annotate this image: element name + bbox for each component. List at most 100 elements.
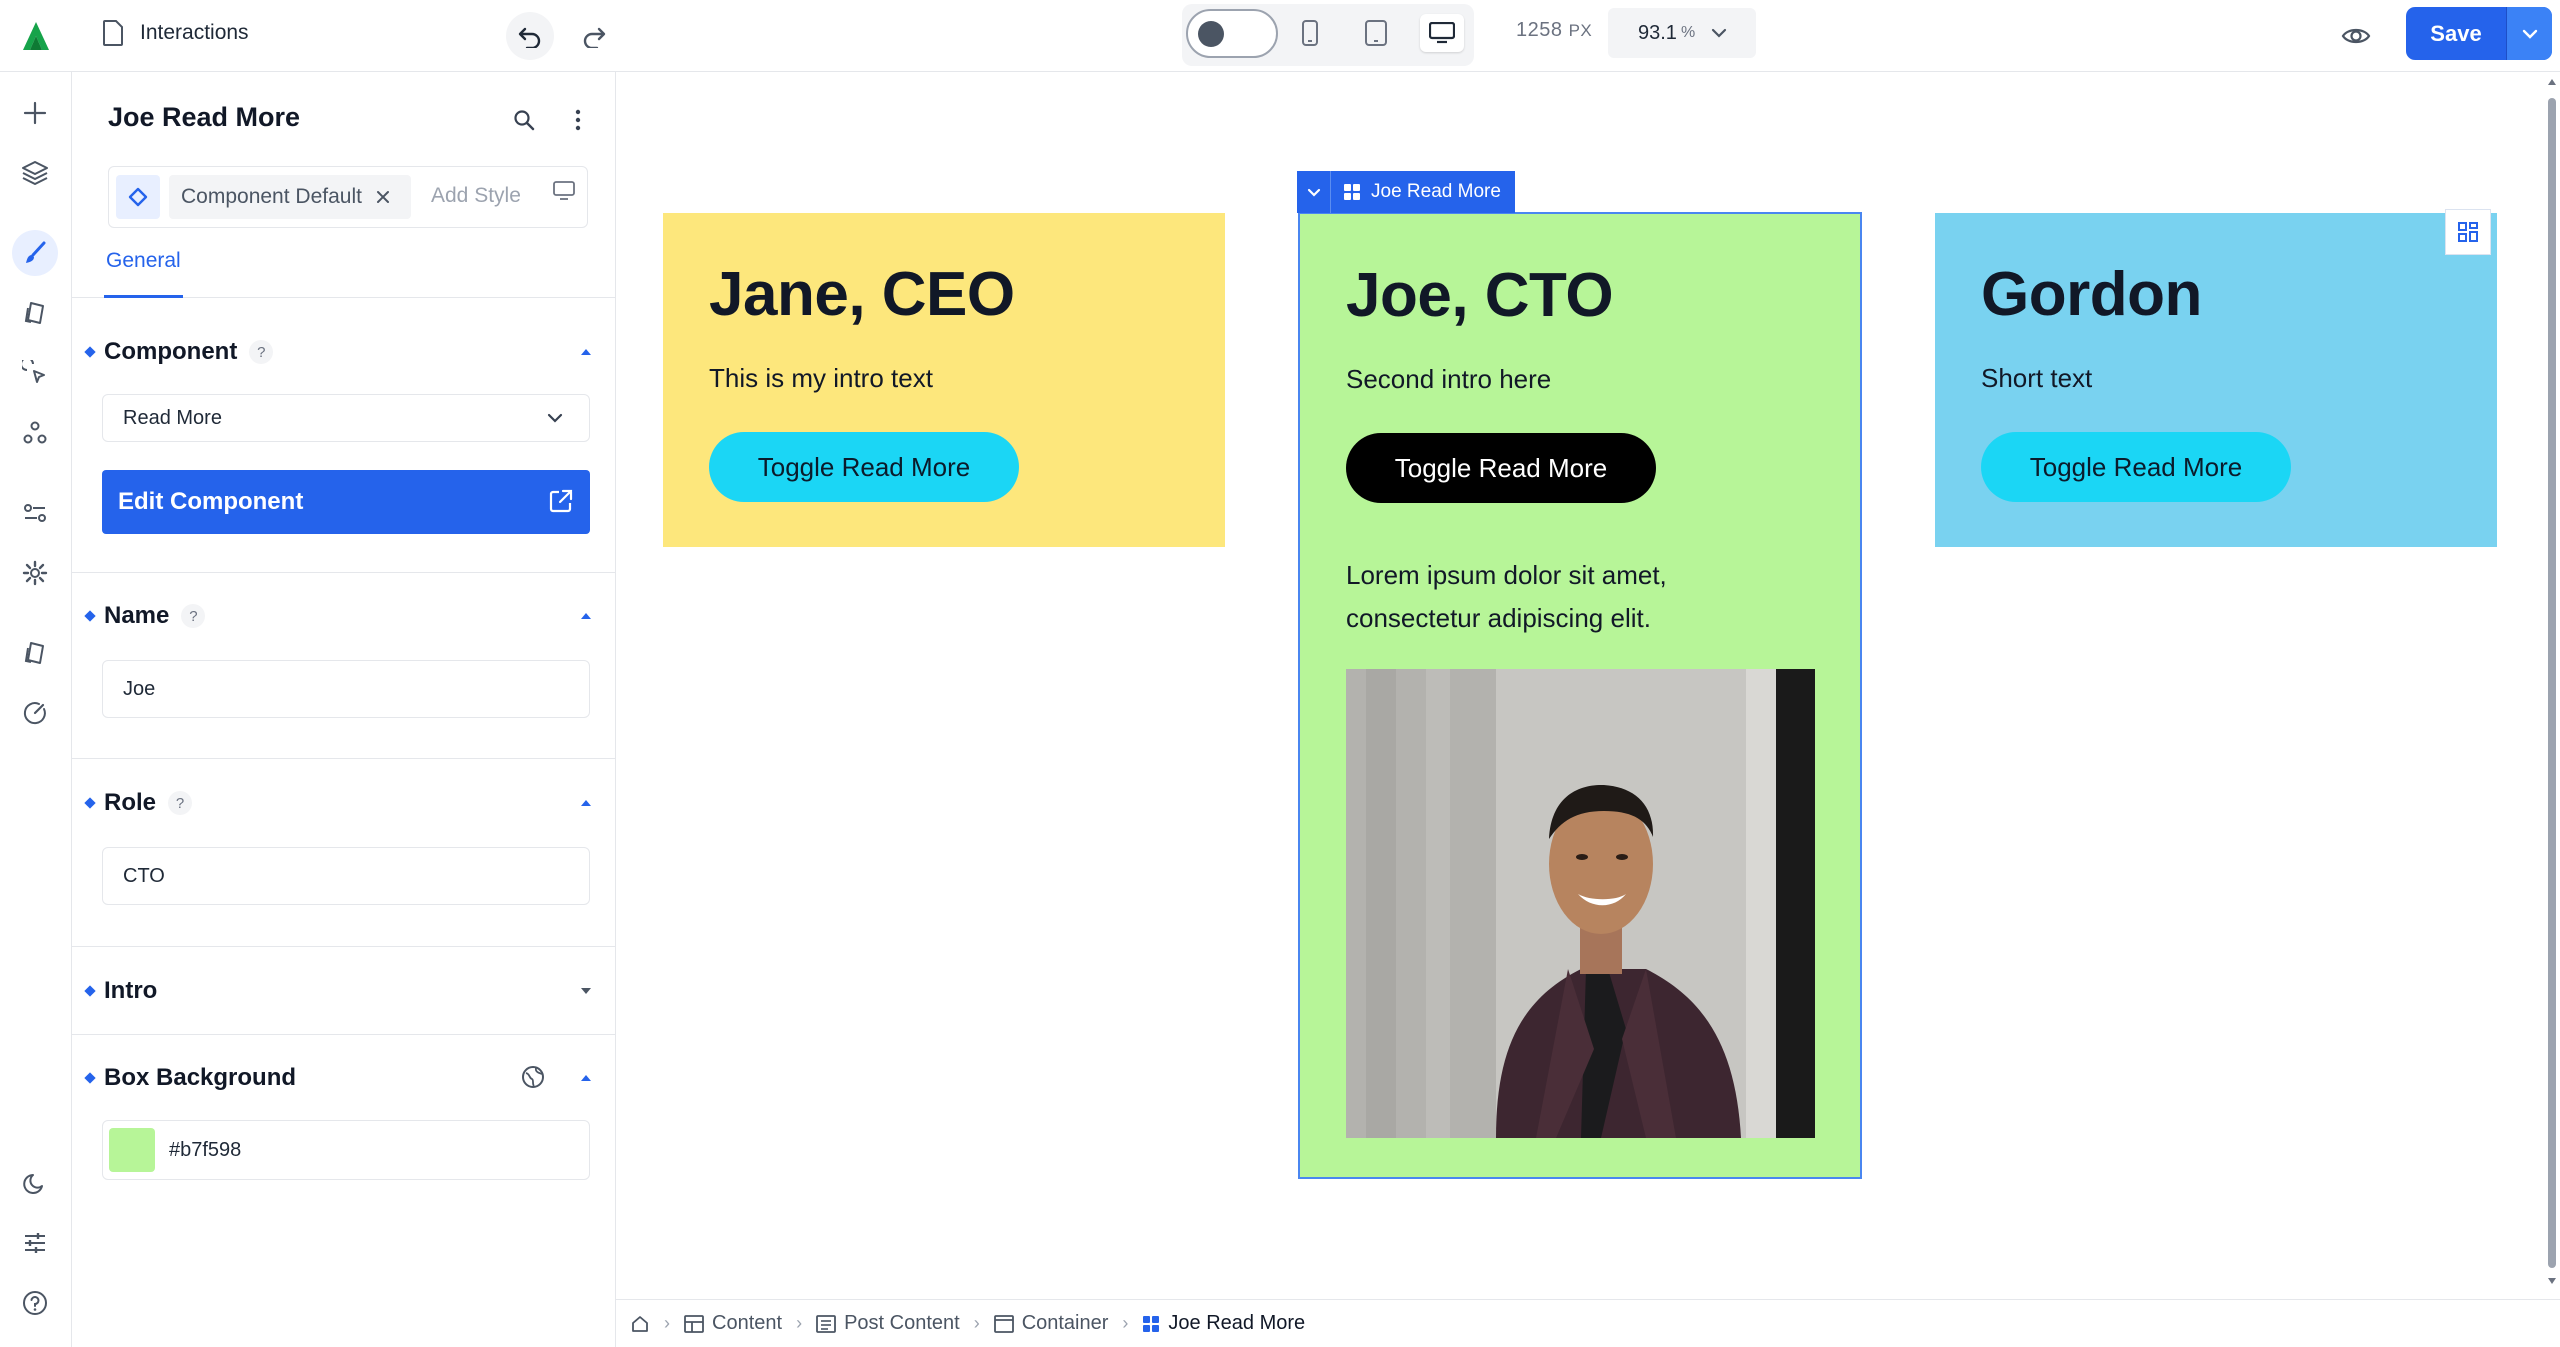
scrollbar-thumb[interactable] [2548,98,2556,1268]
zoom-unit: % [1680,24,1696,41]
breadcrumb-home[interactable] [630,1314,650,1334]
container-icon [993,1314,1014,1333]
card-gordon[interactable]: Gordon Short text Toggle Read More [1935,213,2497,547]
component-section-header[interactable]: Component ? [84,334,596,370]
diamond-marker-icon [84,985,96,997]
scroll-down-icon [2548,1278,2556,1284]
name-section-header[interactable]: Name ? [84,598,596,634]
search-button[interactable] [506,102,542,138]
canvas-width-unit: PX [1568,21,1593,40]
help-badge[interactable]: ? [168,791,193,815]
component-diamond-icon[interactable] [116,175,160,219]
toggle-read-more-button[interactable]: Toggle Read More [1346,433,1656,503]
role-section-header[interactable]: Role ? [84,785,596,821]
layout-icon [684,1314,704,1333]
card-read-more-text: Lorem ipsum dolor sit amet, consectetur … [1346,560,1667,633]
divider [72,758,616,759]
box-background-color-field[interactable]: #b7f598 [102,1120,590,1180]
zoom-value: 93.1 [1638,21,1677,44]
device-tablet-button[interactable] [1354,14,1398,52]
phone-icon [1302,20,1318,46]
tablet-icon [1365,20,1387,46]
edit-component-button[interactable]: Edit Component [102,470,590,534]
box-background-value: #b7f598 [169,1138,242,1161]
preview-button[interactable] [2334,14,2378,58]
style-chip[interactable]: Component Default [169,175,411,219]
zoom-select[interactable]: 93.1 % [1608,8,1756,58]
save-button[interactable]: Save [2406,21,2506,47]
chevron-down-icon [1712,28,1727,38]
breadcrumb-label: Container [1021,1312,1109,1334]
help-button[interactable] [12,1280,58,1326]
canvas-width-value: 1258 [1516,19,1563,41]
preferences-button[interactable] [12,1220,58,1266]
document-title[interactable]: Interactions [102,20,249,46]
role-input[interactable]: CTO [102,847,590,905]
components-button[interactable] [12,410,58,456]
canvas: Jane, CEO This is my intro text Toggle R… [616,72,2544,1299]
close-icon[interactable] [376,190,390,204]
breadcrumb-container[interactable]: Container [993,1312,1109,1335]
variables-button[interactable] [12,490,58,536]
interactions-button[interactable] [12,350,58,396]
divider [72,572,616,573]
help-badge[interactable]: ? [181,604,206,628]
device-mobile-button[interactable] [1288,14,1332,52]
device-desktop-button[interactable] [1420,14,1464,52]
breadcrumb-separator: › [664,1313,670,1333]
selection-tag[interactable]: Joe Read More [1297,171,1515,213]
redo-button[interactable] [570,12,618,60]
pages-button[interactable] [12,290,58,336]
layers-icon [22,161,48,185]
chevron-down-icon[interactable] [1297,171,1331,213]
component-select[interactable]: Read More [102,394,590,442]
settings-button[interactable] [12,550,58,596]
caret-up-icon[interactable] [576,342,596,362]
save-options-button[interactable] [2506,7,2552,60]
card-intro: Short text [1981,363,2093,393]
app-logo-icon[interactable] [14,14,58,58]
toggle-read-more-button[interactable]: Toggle Read More [1981,432,2291,502]
dark-mode-toggle[interactable] [1186,9,1278,58]
caret-up-icon[interactable] [576,606,596,626]
text-block-icon [816,1314,836,1333]
box-background-section-header[interactable]: Box Background [84,1060,596,1096]
breadcrumb-content[interactable]: Content [684,1312,782,1335]
card-joe[interactable]: Joe, CTO Second intro here Toggle Read M… [1298,212,1862,1179]
color-swatch[interactable] [109,1128,155,1172]
breadcrumb-label: Post Content [844,1312,960,1334]
tab-general[interactable]: General [104,242,183,298]
add-button[interactable] [12,90,58,136]
canvas-scrollbar[interactable] [2544,72,2560,1299]
caret-down-icon[interactable] [576,981,596,1001]
structure-button[interactable] [2445,209,2491,255]
style-editor-button[interactable] [12,230,58,276]
intro-section-header[interactable]: Intro [84,973,596,1009]
card-jane[interactable]: Jane, CEO This is my intro text Toggle R… [663,213,1225,547]
plus-icon [23,101,47,125]
caret-up-icon[interactable] [576,793,596,813]
layers-button[interactable] [12,150,58,196]
card-intro: This is my intro text [709,363,933,393]
undo-button[interactable] [506,12,554,60]
add-style-input[interactable]: Add Style [431,184,521,208]
caret-up-icon[interactable] [576,1068,596,1088]
seo-button[interactable] [12,690,58,736]
document-icon [103,20,123,46]
globe-icon[interactable] [520,1064,546,1090]
component-section-title: Component [104,338,238,365]
templates-button[interactable] [12,630,58,676]
breadcrumb-current[interactable]: Joe Read More [1142,1312,1305,1335]
left-toolbar [0,72,72,1347]
help-circle-icon [23,1291,47,1315]
dark-mode-button[interactable] [12,1160,58,1206]
more-options-button[interactable] [560,102,596,138]
toggle-read-more-button[interactable]: Toggle Read More [709,432,1019,502]
breadcrumb-post-content[interactable]: Post Content [816,1312,960,1335]
component-icon [1344,184,1360,200]
help-badge[interactable]: ? [249,340,274,364]
name-input[interactable]: Joe [102,660,590,718]
cursor-click-icon [22,360,45,383]
breadcrumb-separator: › [973,1313,980,1333]
edit-component-label: Edit Component [118,488,304,515]
